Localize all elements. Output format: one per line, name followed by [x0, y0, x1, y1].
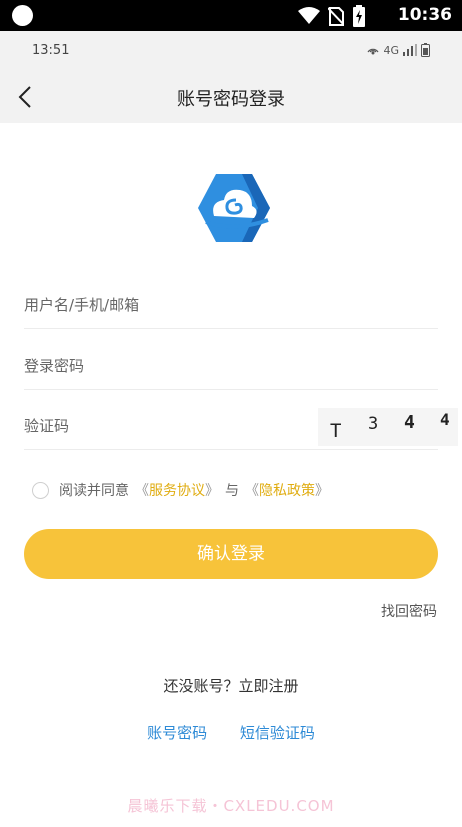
hotspot-icon [367, 48, 379, 55]
device-status-bar: 10:36 [0, 0, 462, 31]
agreement-and: 与 [225, 483, 239, 499]
page-title: 账号密码登录 [177, 89, 285, 110]
navigation-bar: 账号密码登录 [0, 71, 462, 123]
register-link[interactable]: 还没账号？立即注册 [0, 675, 462, 696]
login-mode-switch: 账号密码 短信验证码 [0, 722, 462, 743]
captcha-input[interactable] [24, 412, 284, 440]
network-type: 4G [383, 43, 399, 57]
wifi-icon [298, 7, 320, 24]
inner-time: 13:51 [32, 43, 70, 58]
no-sim-icon [328, 7, 344, 26]
device-time: 10:36 [397, 5, 452, 25]
captcha-image[interactable]: T 3 4 4 [318, 408, 458, 446]
open-bracket: 《 [135, 483, 149, 499]
captcha-char: 4 [404, 412, 415, 433]
username-input[interactable] [24, 291, 284, 319]
login-button[interactable]: 确认登录 [24, 529, 438, 579]
battery-charging-icon [353, 5, 365, 27]
notification-dot-icon [12, 5, 33, 26]
service-agreement-link[interactable]: 服务协议 [149, 480, 205, 500]
password-field [24, 342, 438, 390]
forgot-password-link[interactable]: 找回密码 [381, 601, 437, 621]
inner-status-icons: 4G [367, 43, 430, 57]
sms-code-mode-link[interactable]: 短信验证码 [240, 724, 315, 742]
captcha-char: 4 [440, 410, 450, 429]
account-password-mode-link[interactable]: 账号密码 [147, 724, 207, 742]
captcha-field: T 3 4 4 [24, 402, 458, 450]
agreement-row: 阅读并同意 《 服务协议 》 与 《 隐私政策 》 [32, 478, 329, 502]
close-bracket: 》 [315, 483, 329, 499]
captcha-char: 3 [368, 414, 379, 434]
password-input[interactable] [24, 352, 284, 380]
status-icons [298, 5, 366, 27]
watermark: 晨曦乐下载・CXLEDU.COM [127, 797, 335, 815]
agreement-prefix: 阅读并同意 [59, 483, 129, 499]
cloud-hexagon-logo-icon [198, 174, 270, 242]
open-bracket: 《 [245, 483, 259, 499]
signal-icon [403, 44, 417, 56]
battery-icon [421, 43, 430, 57]
username-field [24, 281, 438, 329]
captcha-char: T [330, 420, 342, 442]
app-logo [196, 172, 272, 244]
inner-status-bar: 13:51 4G [0, 31, 462, 71]
agreement-checkbox[interactable] [32, 481, 49, 499]
close-bracket: 》 [205, 483, 219, 499]
privacy-policy-link[interactable]: 隐私政策 [259, 480, 315, 500]
